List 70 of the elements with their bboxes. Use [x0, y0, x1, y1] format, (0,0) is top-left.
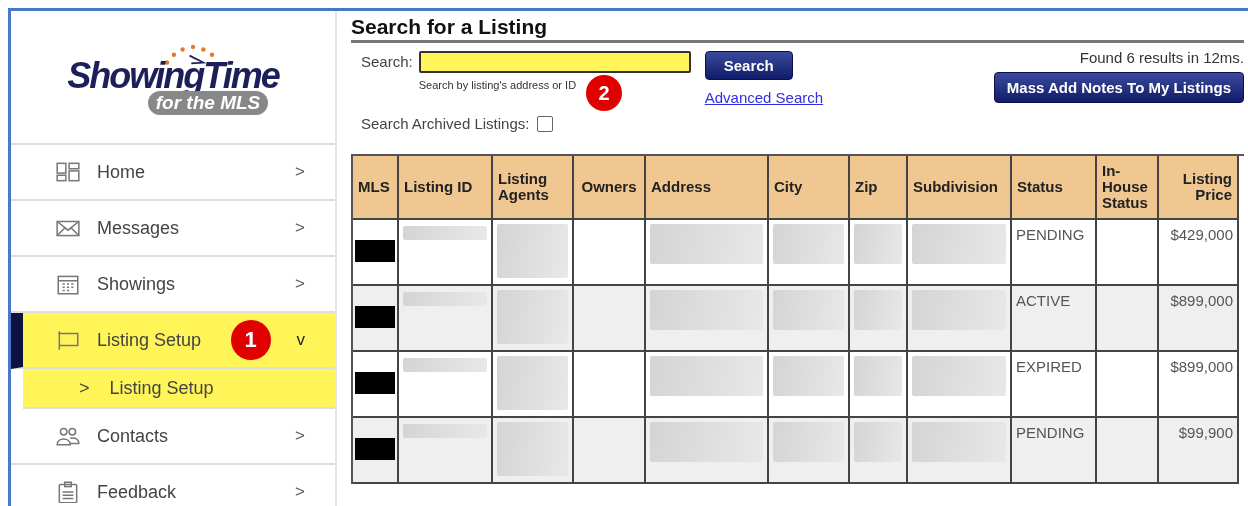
blurred-text [854, 224, 902, 264]
chevron: > [295, 274, 305, 294]
nav-item[interactable]: Home > [11, 145, 335, 201]
nav-item[interactable]: Listing Setup 1 v [11, 313, 335, 369]
redaction-block [355, 306, 395, 328]
nav-label: Contacts [97, 425, 170, 447]
table-cell: $99,900 [1159, 418, 1239, 484]
column-header: Zip [850, 156, 908, 220]
nav-label: Showings [97, 273, 177, 295]
column-header: MLS [353, 156, 399, 220]
nav-item[interactable]: Messages > [11, 201, 335, 257]
easel-icon [55, 329, 81, 351]
chevron: > [295, 162, 305, 182]
table-cell: PENDING [1012, 220, 1097, 286]
blurred-text [773, 224, 844, 264]
column-header: Owners [574, 156, 646, 220]
chevron: > [295, 218, 305, 238]
column-header: Address [646, 156, 769, 220]
search-button[interactable]: Search [704, 51, 793, 80]
grid-icon [55, 161, 81, 183]
blurred-text [773, 422, 844, 462]
table-cell: PENDING [1012, 418, 1097, 484]
logo: ShowingTime for the MLS [11, 11, 335, 145]
search-field[interactable] [418, 51, 691, 73]
chevron: > [295, 482, 305, 502]
table-cell: $899,000 [1159, 286, 1239, 352]
callout-number: 2 [586, 75, 623, 111]
calendar-icon [55, 273, 81, 295]
archived-checkbox[interactable] [537, 115, 554, 132]
table-cell: EXPIRED [1012, 352, 1097, 418]
redaction-block [355, 240, 395, 262]
column-header: Listing Price [1159, 156, 1239, 220]
redaction-block [355, 372, 395, 394]
nav-item[interactable]: Contacts > [11, 409, 335, 465]
archived-label: Search Archived Listings: [361, 115, 530, 132]
mass-add-notes-button[interactable]: Mass Add Notes To My Listings [993, 72, 1244, 103]
nav-label: Listing Setup [97, 329, 203, 351]
blurred-text [497, 224, 568, 278]
blurred-text [773, 356, 844, 396]
chevron: > [295, 426, 305, 446]
chevron: v [296, 330, 305, 350]
nav-label: Messages [97, 217, 181, 239]
column-header: City [769, 156, 850, 220]
blurred-text [854, 422, 902, 462]
blurred-text [773, 290, 844, 330]
blurred-text [497, 422, 568, 476]
column-header: Listing Agents [493, 156, 574, 220]
table-cell: ACTIVE [1012, 286, 1097, 352]
nav-label: Feedback [97, 481, 178, 503]
blurred-text [854, 356, 902, 396]
redaction-block [355, 438, 395, 460]
column-header: Listing ID [399, 156, 493, 220]
nav-item[interactable]: Feedback > [11, 465, 335, 506]
blurred-text [854, 290, 902, 330]
table-cell: $429,000 [1159, 220, 1239, 286]
blurred-text [497, 356, 568, 410]
search-label: Search: [361, 52, 413, 72]
advanced-search-link[interactable]: Advanced Search [704, 89, 824, 106]
search-hint: Search by listing's address or ID [418, 79, 577, 91]
column-header: Status [1012, 156, 1097, 220]
blurred-text [497, 290, 568, 344]
column-header: In-House Status [1097, 156, 1159, 220]
table-cell: $899,000 [1159, 352, 1239, 418]
nav-label: Home [97, 161, 146, 183]
page-title: Search for a Listing [351, 15, 1244, 43]
people-icon [55, 425, 81, 447]
callout-number: 1 [230, 320, 271, 360]
results-summary: Found 6 results in 12ms. [1079, 49, 1244, 66]
column-header: Subdivision [908, 156, 1012, 220]
nav-subitem[interactable]: > Listing Setup [23, 369, 335, 409]
